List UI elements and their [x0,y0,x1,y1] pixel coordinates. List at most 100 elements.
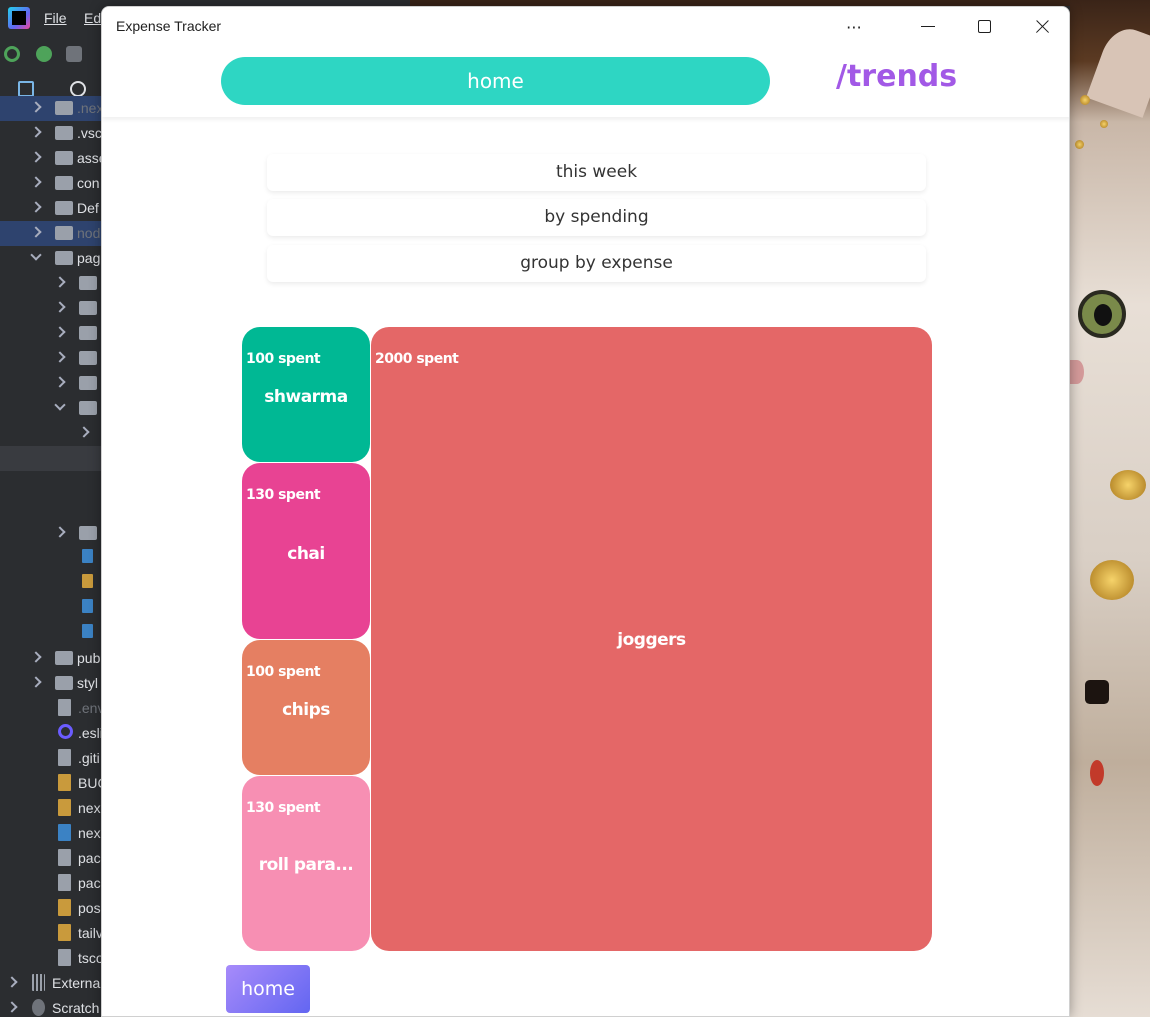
treemap-tile-chai[interactable]: 130 spent chai [242,463,370,639]
chevron-right-icon[interactable] [6,976,18,988]
project-tree-row[interactable]: .vsc [0,121,101,146]
file-icon [58,874,71,891]
treemap-tile-shwarma[interactable]: 100 spent shwarma [242,327,370,462]
project-tree-row[interactable]: pac [0,871,101,896]
project-tree-row[interactable] [0,321,101,346]
project-view-icon[interactable] [18,81,34,97]
project-tree-label: pac [78,850,101,866]
chevron-right-icon[interactable] [30,226,42,238]
project-tree-label: Scratch [52,1000,100,1016]
filter-group-by[interactable]: group by expense [267,245,926,282]
ide-menu-edit[interactable]: Ed [84,10,101,26]
js-file-icon [58,799,71,816]
filter-time-range[interactable]: this week [267,154,926,191]
close-button[interactable] [1019,7,1065,47]
project-tree-row[interactable] [0,546,101,571]
project-tree-row[interactable]: tsco [0,946,101,971]
folder-icon [55,676,73,690]
chevron-right-icon[interactable] [54,301,66,313]
project-tree-row[interactable] [0,446,101,471]
ts-file-icon [58,824,71,841]
crown-jewel [1075,140,1084,149]
project-tree-row[interactable]: nod [0,221,101,246]
project-tree-row[interactable] [0,471,101,496]
project-tree-label: pag [77,250,101,266]
project-tree-row[interactable] [0,621,101,646]
project-tree-row[interactable]: pos [0,896,101,921]
project-tree-row[interactable] [0,421,101,446]
project-tree-row[interactable]: styl [0,671,101,696]
file-icon [58,749,71,766]
project-tree-row[interactable]: asse [0,146,101,171]
chevron-right-icon[interactable] [78,426,90,438]
file-icon [58,949,71,966]
crown-jewel [1080,95,1090,105]
project-tree-row[interactable]: .nex [0,96,101,121]
chevron-down-icon[interactable] [54,399,66,411]
project-tree-label: styl [77,675,98,691]
chevron-right-icon[interactable] [54,276,66,288]
project-tree-row[interactable]: .esli [0,721,101,746]
debug-bug-icon[interactable] [36,46,52,62]
chevron-right-icon[interactable] [30,676,42,688]
window-title: Expense Tracker [116,18,222,34]
project-tree-row[interactable]: pac [0,846,101,871]
project-tree-row[interactable] [0,571,101,596]
project-tree-row[interactable] [0,371,101,396]
coverage-shield-icon[interactable] [66,46,82,62]
project-tree-row[interactable]: BUG [0,771,101,796]
project-tree-row[interactable] [0,296,101,321]
chevron-right-icon[interactable] [30,651,42,663]
project-tree-row[interactable]: Scratch [0,996,101,1017]
chevron-right-icon[interactable] [54,376,66,388]
tile-spent-label: 2000 spent [375,351,459,367]
project-tree-row[interactable] [0,396,101,421]
chevron-right-icon[interactable] [54,326,66,338]
project-tree-row[interactable]: nex [0,821,101,846]
project-tree-row[interactable]: nex [0,796,101,821]
maximize-button[interactable] [962,7,1008,47]
project-tree-row[interactable] [0,496,101,521]
project-tree-row[interactable]: Def [0,196,101,221]
treemap-tile-roll-paratha[interactable]: 130 spent roll para... [242,776,370,951]
chevron-down-icon[interactable] [30,249,42,261]
project-tree-label: nex [78,800,101,816]
nav-home-button[interactable]: home [221,57,770,105]
chevron-right-icon[interactable] [54,351,66,363]
project-tree-row[interactable] [0,596,101,621]
project-tree-label: .env [78,700,101,716]
project-tree-row[interactable]: con [0,171,101,196]
project-tree-row[interactable] [0,521,101,546]
chevron-right-icon[interactable] [30,126,42,138]
footer-home-button[interactable]: home [226,965,310,1013]
minimize-button[interactable] [905,7,951,47]
project-tree-row[interactable]: pub [0,646,101,671]
more-options-button[interactable]: ⋯ [831,7,877,47]
folder-icon [55,251,73,265]
project-tree-row[interactable]: .env [0,696,101,721]
nav-trends-link[interactable]: /trends [836,59,957,94]
project-tree-row[interactable]: .giti [0,746,101,771]
cat-eye [1078,290,1126,338]
chevron-right-icon[interactable] [30,201,42,213]
locate-crosshair-icon[interactable] [70,81,86,97]
folder-icon [55,151,73,165]
folder-icon [79,526,97,540]
treemap-tile-chips[interactable]: 100 spent chips [242,640,370,775]
filter-sort-by[interactable]: by spending [267,199,926,236]
chevron-right-icon[interactable] [6,1001,18,1013]
ide-menu-file[interactable]: File [44,10,67,26]
project-tree-row[interactable]: pag [0,246,101,271]
chevron-right-icon[interactable] [30,151,42,163]
treemap-tile-joggers[interactable]: 2000 spent joggers [371,327,932,951]
project-tree-row[interactable]: tailv [0,921,101,946]
chevron-right-icon[interactable] [30,101,42,113]
chevron-right-icon[interactable] [54,526,66,538]
scratches-icon [32,999,45,1016]
chevron-right-icon[interactable] [30,176,42,188]
project-tree-row[interactable] [0,346,101,371]
refresh-icon[interactable] [4,46,20,62]
project-tree-label: Def [77,200,99,216]
project-tree-row[interactable] [0,271,101,296]
project-tree-row[interactable]: Externa [0,971,101,996]
